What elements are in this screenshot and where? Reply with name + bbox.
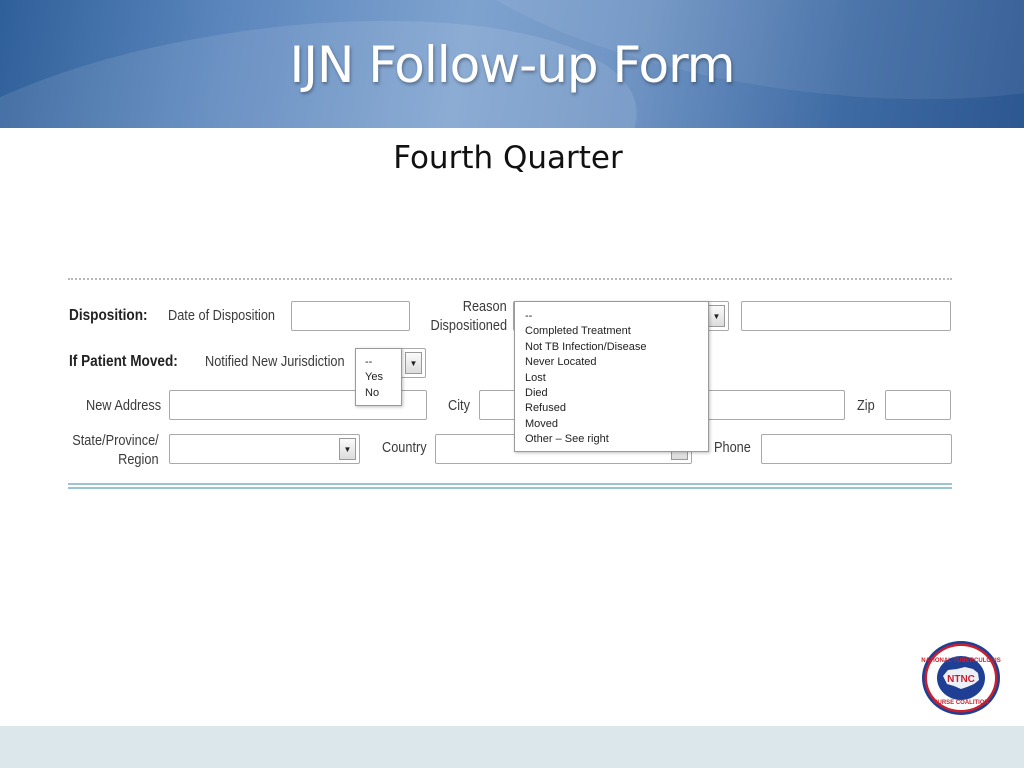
reason-option-moved[interactable]: Moved bbox=[525, 417, 698, 432]
zip-input[interactable] bbox=[885, 390, 951, 420]
patient-moved-section-label: If Patient Moved: bbox=[69, 353, 178, 370]
reason-option-never-located[interactable]: Never Located bbox=[525, 355, 698, 370]
reason-label-line1: Reason bbox=[463, 298, 507, 315]
chevron-down-icon[interactable]: ▼ bbox=[708, 305, 725, 327]
country-label: Country bbox=[382, 439, 427, 456]
logo-text-top: NATIONAL TUBERCULOSIS bbox=[921, 658, 1000, 664]
reason-option-other[interactable]: Other – See right bbox=[525, 432, 698, 447]
city-label: City bbox=[448, 397, 470, 414]
chevron-down-icon[interactable]: ▼ bbox=[339, 438, 356, 460]
date-of-disposition-label: Date of Disposition bbox=[168, 307, 276, 324]
state-province-region-select[interactable]: ▼ bbox=[169, 434, 360, 464]
notified-new-jurisdiction-label: Notified New Jurisdiction bbox=[205, 353, 345, 370]
reason-option-not-tb[interactable]: Not TB Infection/Disease bbox=[525, 340, 698, 355]
ntnc-seal-icon: NATIONAL TUBERCULOSIS NTNC NURSE COALITI… bbox=[921, 640, 1001, 716]
reason-other-input[interactable] bbox=[741, 301, 951, 331]
notified-option-yes[interactable]: Yes bbox=[365, 370, 392, 385]
form-bottom-divider bbox=[68, 483, 952, 489]
state-label-line2: Region bbox=[118, 451, 159, 468]
state-label-line1: State/Province/ bbox=[72, 432, 159, 449]
phone-input[interactable] bbox=[761, 434, 952, 464]
logo-text-bottom: NURSE COALITION bbox=[933, 700, 989, 706]
reason-option-died[interactable]: Died bbox=[525, 386, 698, 401]
phone-label: Phone bbox=[714, 439, 751, 456]
form-top-divider bbox=[68, 278, 952, 280]
zip-label: Zip bbox=[857, 397, 875, 414]
date-of-disposition-input[interactable] bbox=[291, 301, 410, 331]
followup-form: Disposition: Date of Disposition Reason … bbox=[0, 0, 1024, 768]
chevron-down-icon[interactable]: ▼ bbox=[405, 352, 422, 374]
new-address-label: New Address bbox=[86, 397, 162, 414]
logo-text-center: NTNC bbox=[947, 674, 975, 685]
disposition-section-label: Disposition: bbox=[69, 307, 148, 324]
footer-band bbox=[0, 726, 1024, 768]
notified-option-no[interactable]: No bbox=[365, 386, 392, 401]
reason-option[interactable]: -- bbox=[525, 309, 698, 324]
ntnc-logo-svg: NATIONAL TUBERCULOSIS NTNC NURSE COALITI… bbox=[921, 641, 1001, 715]
reason-dispositioned-options: -- Completed Treatment Not TB Infection/… bbox=[514, 301, 709, 452]
reason-option-lost[interactable]: Lost bbox=[525, 371, 698, 386]
reason-label-line2: Dispositioned bbox=[430, 317, 507, 334]
reason-option-refused[interactable]: Refused bbox=[525, 401, 698, 416]
reason-option-completed-treatment[interactable]: Completed Treatment bbox=[525, 324, 698, 339]
notified-option[interactable]: -- bbox=[365, 355, 392, 370]
notified-jurisdiction-options: -- Yes No bbox=[355, 348, 402, 406]
